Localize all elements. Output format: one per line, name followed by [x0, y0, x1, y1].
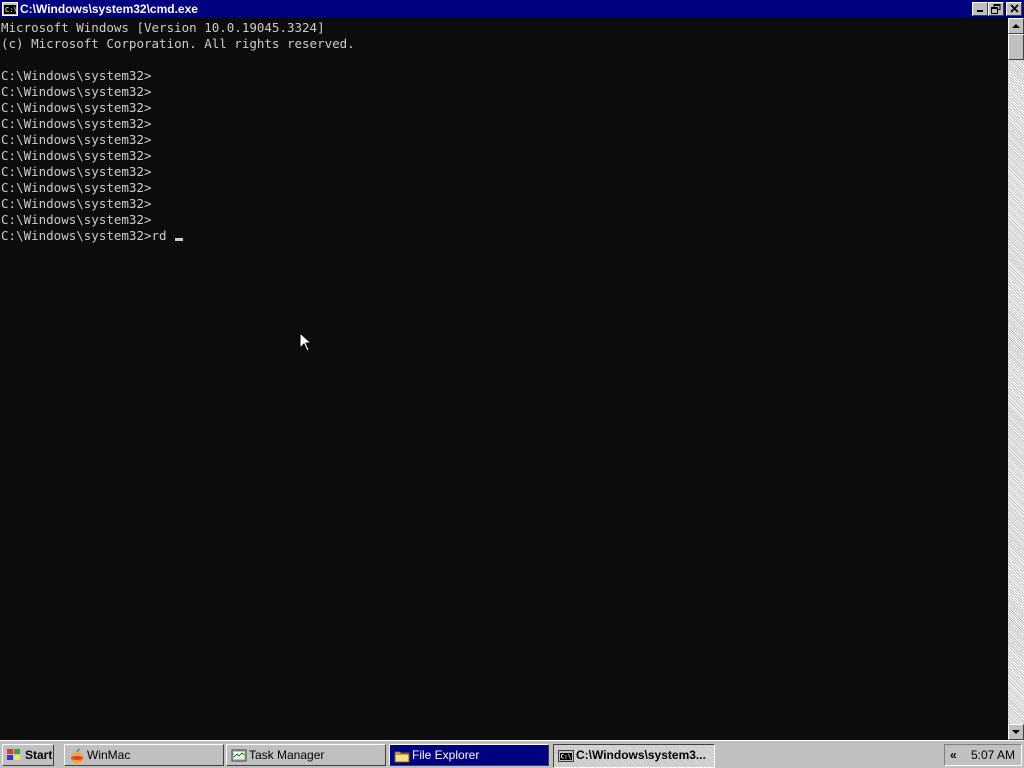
window-title-bar[interactable]: C:\ C:\Windows\system32\cmd.exe	[0, 0, 1024, 18]
scroll-down-button[interactable]	[1008, 724, 1024, 740]
svg-text:C:\: C:\	[561, 754, 572, 761]
console-line: C:\Windows\system32>	[1, 68, 152, 83]
start-button[interactable]: Start	[2, 744, 54, 766]
taskbar-item-label: File Explorer	[412, 748, 480, 762]
console-line: C:\Windows\system32>	[1, 180, 152, 195]
mouse-pointer-icon	[299, 332, 313, 352]
tray-expand-chevron[interactable]: «	[950, 748, 957, 762]
tray-clock[interactable]: 5:07 AM	[971, 748, 1015, 762]
console-input-text[interactable]: rd	[152, 228, 175, 243]
console-line: C:\Windows\system32>	[1, 132, 152, 147]
taskbar: Start WinMac Task Manager File Explorer …	[0, 740, 1024, 768]
start-label: Start	[25, 748, 53, 762]
scroll-up-button[interactable]	[1008, 18, 1024, 34]
console-line: C:\Windows\system32>	[1, 196, 152, 211]
cmd-window-icon[interactable]: C:\	[2, 2, 18, 16]
taskbar-item-task-manager[interactable]: Task Manager	[226, 744, 386, 766]
console-line: Microsoft Windows [Version 10.0.19045.33…	[1, 20, 325, 35]
taskbar-item-label: C:\Windows\system3...	[576, 748, 706, 762]
folder-icon	[394, 751, 410, 763]
console-line: (c) Microsoft Corporation. All rights re…	[1, 36, 355, 51]
vertical-scrollbar[interactable]	[1008, 18, 1024, 740]
apple-icon	[71, 748, 83, 764]
console-line: C:\Windows\system32>	[1, 212, 152, 227]
console-output[interactable]: Microsoft Windows [Version 10.0.19045.33…	[0, 18, 1008, 740]
taskbar-item-label: Task Manager	[249, 748, 325, 762]
restore-icon	[991, 4, 1001, 14]
arrow-down-icon	[1012, 730, 1020, 734]
cmd-icon: C:\	[558, 750, 574, 762]
scroll-thumb[interactable]	[1008, 34, 1024, 60]
console-line: C:\Windows\system32>	[1, 84, 152, 99]
console-input-line[interactable]: C:\Windows\system32>rd	[1, 228, 184, 244]
restore-button[interactable]	[988, 2, 1004, 16]
console-line: C:\Windows\system32>	[1, 164, 152, 179]
close-button[interactable]	[1006, 2, 1022, 16]
close-icon	[1009, 4, 1019, 13]
taskbar-item-winmac[interactable]: WinMac	[64, 744, 224, 766]
taskbar-item-file-explorer[interactable]: File Explorer	[389, 744, 549, 766]
taskbar-item-cmd[interactable]: C:\ C:\Windows\system3...	[553, 744, 715, 768]
svg-text:C:\: C:\	[5, 6, 18, 14]
window-title: C:\Windows\system32\cmd.exe	[20, 2, 198, 16]
minimize-icon	[977, 10, 983, 12]
task-manager-icon	[231, 749, 247, 762]
arrow-up-icon	[1012, 24, 1020, 28]
system-tray: « 5:07 AM	[944, 744, 1022, 766]
windows-logo-icon	[7, 749, 20, 760]
text-cursor	[175, 238, 184, 241]
console-prompt: C:\Windows\system32>	[1, 228, 152, 243]
console-line: C:\Windows\system32>	[1, 148, 152, 163]
taskbar-item-label: WinMac	[87, 748, 131, 762]
minimize-button[interactable]	[972, 2, 988, 16]
console-line: C:\Windows\system32>	[1, 100, 152, 115]
console-line: C:\Windows\system32>	[1, 116, 152, 131]
